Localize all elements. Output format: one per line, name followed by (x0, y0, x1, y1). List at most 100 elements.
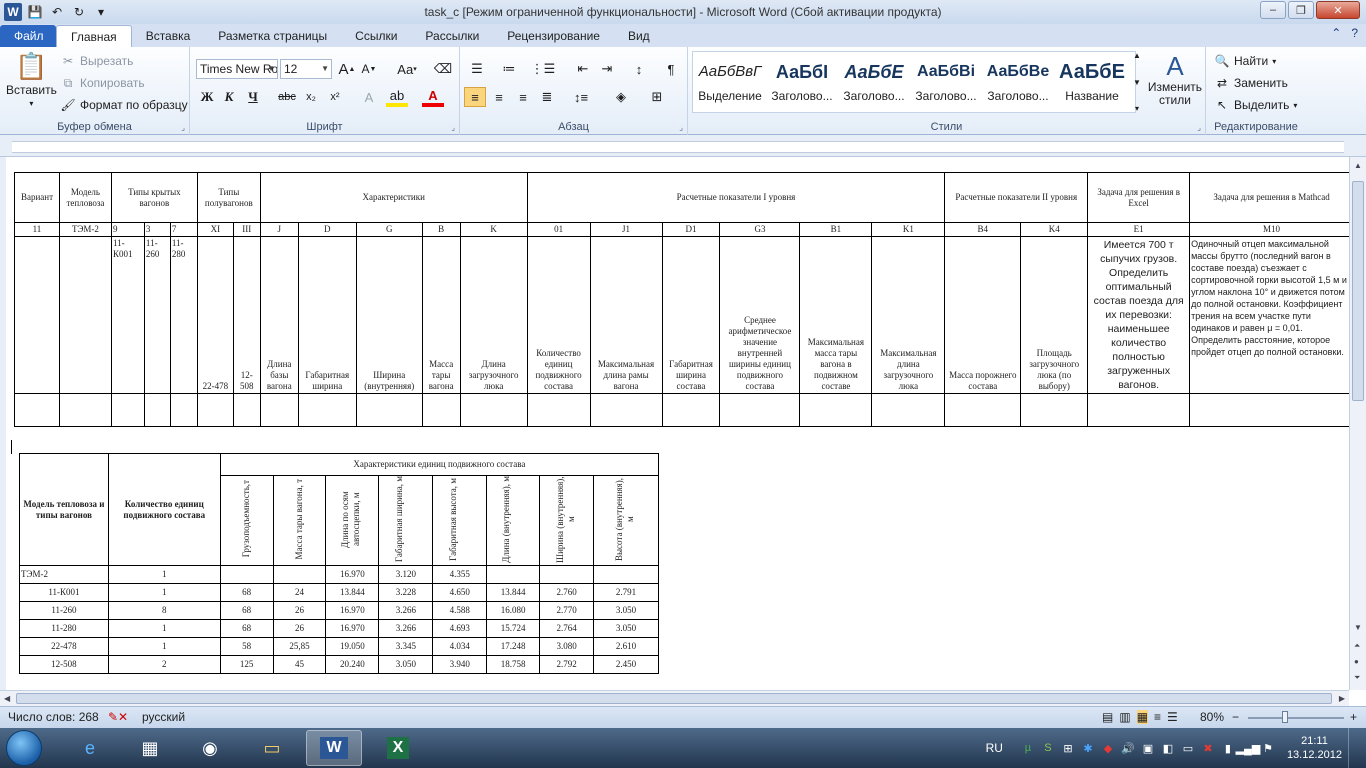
dialog-launcher-icon[interactable]: ⌟ (679, 123, 683, 132)
change-case-button[interactable]: Aa ▾ (392, 59, 422, 79)
explorer-icon[interactable]: ▭ (244, 730, 300, 766)
close-button[interactable]: ✕ (1316, 1, 1360, 19)
full-screen-icon[interactable]: ▥ (1119, 710, 1130, 724)
dialog-launcher-icon[interactable]: ⌟ (181, 123, 185, 132)
multilevel-list-icon[interactable]: ⋮☰ (531, 59, 556, 79)
pilcrow-icon[interactable]: ¶ (660, 59, 682, 79)
volume-icon[interactable]: 🔊 (1121, 741, 1135, 755)
start-button[interactable] (6, 730, 42, 766)
replace-button[interactable]: ⇄ Заменить (1214, 75, 1288, 91)
minimize-button[interactable]: – (1260, 1, 1286, 19)
web-layout-icon[interactable]: ▦ (1136, 710, 1149, 724)
zoom-in-button[interactable]: + (1350, 710, 1357, 724)
show-desktop-button[interactable] (1348, 728, 1358, 768)
numbering-icon[interactable]: ≔ (498, 59, 520, 79)
document-area[interactable]: Вариант Модель тепловоза Типы крытых ваг… (6, 157, 1349, 690)
tab-mailings[interactable]: Рассылки (411, 25, 493, 47)
change-styles-button[interactable]: A Изменить стили (1146, 51, 1204, 107)
tab-view[interactable]: Вид (614, 25, 664, 47)
font-name-combo[interactable]: Times New Ro ▼ (196, 59, 278, 79)
language-tray[interactable]: RU (986, 741, 1003, 755)
underline-button[interactable]: Ч (242, 87, 264, 107)
text-effects-icon[interactable]: A (358, 87, 380, 107)
copy-button[interactable]: ⧉ Копировать (60, 75, 145, 91)
network-icon[interactable]: ⊞ (1061, 741, 1075, 755)
bold-button[interactable]: Ж (196, 87, 218, 107)
spellcheck-icon[interactable]: ✎✕ (108, 710, 128, 724)
styles-scroll[interactable]: ▲ ▼ ▾ (1130, 51, 1144, 113)
word-count[interactable]: Число слов: 268 (8, 710, 99, 724)
chrome-icon[interactable]: ◉ (182, 730, 238, 766)
tray-app-icon[interactable]: S (1041, 741, 1055, 755)
superscript-button[interactable]: x² (324, 87, 346, 107)
cut-button[interactable]: ✂ Вырезать (60, 53, 133, 69)
utorrent-icon[interactable]: µ (1021, 741, 1035, 755)
undo-icon[interactable]: ↶ (48, 3, 66, 21)
clock[interactable]: 21:11 13.12.2012 (1287, 734, 1342, 762)
word-logo-icon[interactable]: W (4, 3, 22, 21)
save-icon[interactable]: 💾 (26, 3, 44, 21)
tray-device-icon[interactable]: ▣ (1141, 741, 1155, 755)
dialog-launcher-icon[interactable]: ⌟ (451, 123, 455, 132)
style-title[interactable]: АаБбЕ Название (1056, 55, 1128, 111)
internet-explorer-icon[interactable]: e (62, 730, 118, 766)
scroll-left-icon[interactable]: ◀ (4, 694, 10, 703)
zoom-slider[interactable] (1248, 717, 1344, 719)
dialog-launcher-icon[interactable]: ⌟ (1197, 123, 1201, 132)
restore-button[interactable]: ❐ (1288, 1, 1314, 19)
outline-icon[interactable]: ≡ (1154, 710, 1161, 724)
scroll-thumb[interactable] (16, 693, 1332, 704)
signal-icon[interactable]: ▂▄▆ (1236, 741, 1261, 755)
shading-icon[interactable]: ◈ (610, 87, 632, 107)
style-heading-3[interactable]: АаБбВі Заголово... (910, 55, 982, 111)
zoom-slider-thumb[interactable] (1282, 711, 1288, 723)
align-right-icon[interactable]: ≡ (512, 87, 534, 107)
style-heading-2[interactable]: АаБбЕ Заголово... (838, 55, 910, 111)
select-button[interactable]: ↖ Выделить ▾ (1214, 97, 1297, 113)
tray-close-icon[interactable]: ✖ (1201, 741, 1215, 755)
scroll-right-icon[interactable]: ▶ (1339, 694, 1345, 703)
sort-icon[interactable]: ↕ (628, 59, 650, 79)
line-spacing-icon[interactable]: ↕≡ (570, 87, 592, 107)
calculator-icon[interactable]: ▦ (122, 730, 178, 766)
increase-indent-icon[interactable]: ⇥ (596, 59, 618, 79)
zoom-level[interactable]: 80% (1200, 710, 1224, 724)
battery-icon[interactable]: ▮ (1221, 741, 1235, 755)
flag-icon[interactable]: ⚑ (1261, 741, 1275, 755)
vertical-scrollbar[interactable]: ▲ ▼ ⏶ ● ⏷ (1349, 157, 1366, 690)
find-button[interactable]: 🔍 Найти ▾ (1214, 53, 1277, 69)
chevron-up-icon[interactable]: ▲ (1133, 51, 1141, 60)
display-icon[interactable]: ▭ (1181, 741, 1195, 755)
format-painter-button[interactable]: 🖌 Формат по образцу (60, 97, 187, 113)
italic-button[interactable]: К (218, 87, 240, 107)
more-icon[interactable]: ▾ (1135, 104, 1139, 113)
word-taskbar-icon[interactable]: W (306, 730, 362, 766)
justify-icon[interactable]: ≣ (536, 87, 558, 107)
scroll-up-icon[interactable]: ▲ (1354, 161, 1362, 170)
align-center-icon[interactable]: ≡ (488, 87, 510, 107)
strikethrough-button[interactable]: abc (276, 87, 298, 107)
bullets-icon[interactable]: ☰ (466, 59, 488, 79)
grow-font-button[interactable]: A ▲ (336, 59, 358, 79)
shrink-font-button[interactable]: A ▼ (358, 59, 380, 79)
paste-button[interactable]: 📋 Вставить ▾ (6, 51, 57, 108)
tab-references[interactable]: Ссылки (341, 25, 411, 47)
style-heading-1[interactable]: АаБбІ Заголово... (766, 55, 838, 111)
align-left-icon[interactable]: ≡ (464, 87, 486, 107)
tab-file[interactable]: Файл (0, 25, 56, 47)
tray-app-icon[interactable]: ◧ (1161, 741, 1175, 755)
style-emphasis[interactable]: АаБбВвГ Выделение (694, 55, 766, 111)
excel-taskbar-icon[interactable]: X (370, 730, 426, 766)
print-layout-icon[interactable]: ▤ (1102, 710, 1113, 724)
scroll-down-icon[interactable]: ▼ (1354, 623, 1362, 632)
antivirus-icon[interactable]: ◆ (1101, 741, 1115, 755)
scroll-thumb[interactable] (1352, 181, 1364, 401)
customize-qat-icon[interactable]: ▾ (92, 3, 110, 21)
zoom-out-button[interactable]: − (1232, 710, 1239, 724)
draft-icon[interactable]: ☰ (1167, 710, 1178, 724)
redo-icon[interactable]: ↻ (70, 3, 88, 21)
browse-object-icon[interactable]: ● (1354, 657, 1359, 666)
tab-home[interactable]: Главная (56, 25, 132, 47)
horizontal-scrollbar[interactable]: ◀ ▶ (0, 690, 1349, 706)
prev-page-icon[interactable]: ⏶ (1354, 641, 1360, 651)
